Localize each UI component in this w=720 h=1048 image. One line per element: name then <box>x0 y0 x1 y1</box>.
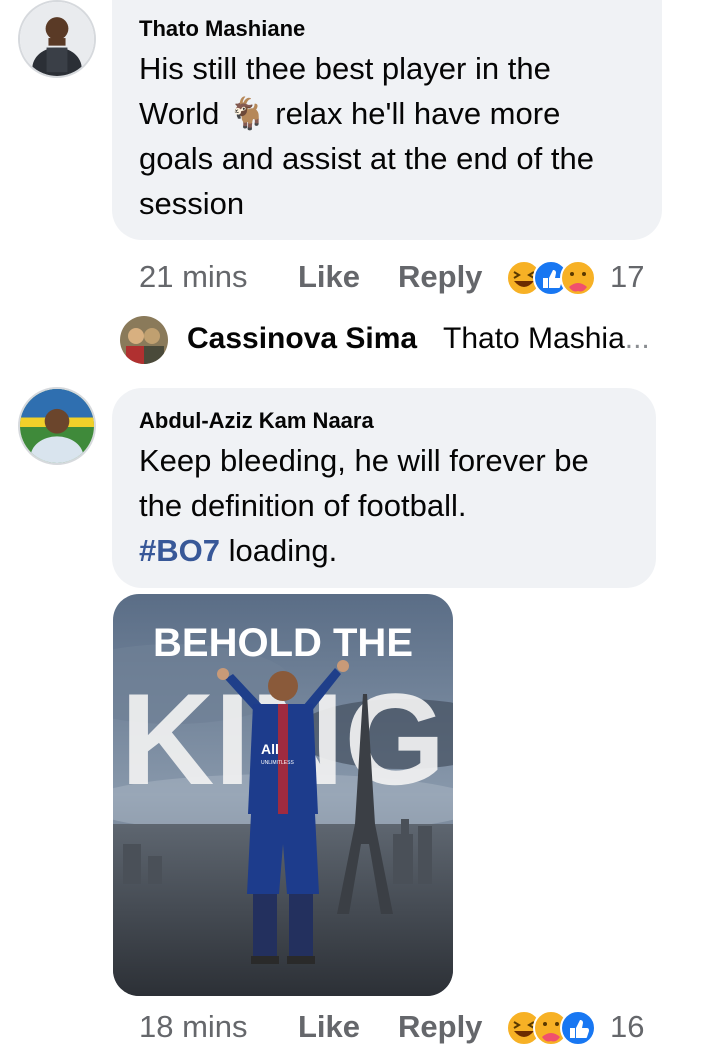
poster-image: BEHOLD THE KING All UNLIMITLESS <box>113 594 453 996</box>
poster-shirt-sub: UNLIMITLESS <box>261 760 294 766</box>
reaction-icons[interactable] <box>505 259 597 297</box>
reaction-count[interactable]: 16 <box>610 1009 644 1045</box>
like-reaction-icon <box>560 1010 596 1046</box>
goat-emoji: 🐐 <box>228 96 267 131</box>
avatar-image <box>20 2 94 76</box>
reply-button[interactable]: Reply <box>398 1009 482 1045</box>
avatar-image <box>120 316 168 364</box>
reply-snippet[interactable]: Thato Mashia... <box>443 322 650 356</box>
reaction-stack <box>506 260 596 296</box>
reaction-icons[interactable] <box>505 1009 597 1047</box>
comment-author[interactable]: Thato Mashiane <box>139 16 305 42</box>
comment-time[interactable]: 18 mins <box>139 1009 248 1045</box>
avatar-image <box>20 389 94 463</box>
like-button[interactable]: Like <box>298 1009 360 1045</box>
comment-author[interactable]: Abdul-Aziz Kam Naara <box>139 408 374 434</box>
comment-photo[interactable]: BEHOLD THE KING All UNLIMITLESS <box>113 594 453 996</box>
care-reaction-icon <box>560 260 596 296</box>
poster-headline-top: BEHOLD THE <box>153 621 413 665</box>
reply-button[interactable]: Reply <box>398 259 482 295</box>
avatar-abdul-aziz[interactable] <box>18 387 96 465</box>
avatar-thato-mashiane[interactable] <box>18 0 96 78</box>
poster-shirt-text: All <box>261 741 279 757</box>
reply-author[interactable]: Cassinova Sima <box>187 322 417 356</box>
comment-time[interactable]: 21 mins <box>139 259 248 295</box>
reply-ellipsis: ... <box>624 322 650 355</box>
comment-text: His still thee best player in the World … <box>139 51 594 221</box>
reaction-count[interactable]: 17 <box>610 259 644 295</box>
hashtag-link[interactable]: #BO7 <box>139 533 220 568</box>
like-button[interactable]: Like <box>298 259 360 295</box>
reaction-stack <box>506 1010 596 1046</box>
comment-text: Keep bleeding, he will forever be the de… <box>139 443 589 568</box>
avatar-cassinova-sima[interactable] <box>120 316 168 364</box>
